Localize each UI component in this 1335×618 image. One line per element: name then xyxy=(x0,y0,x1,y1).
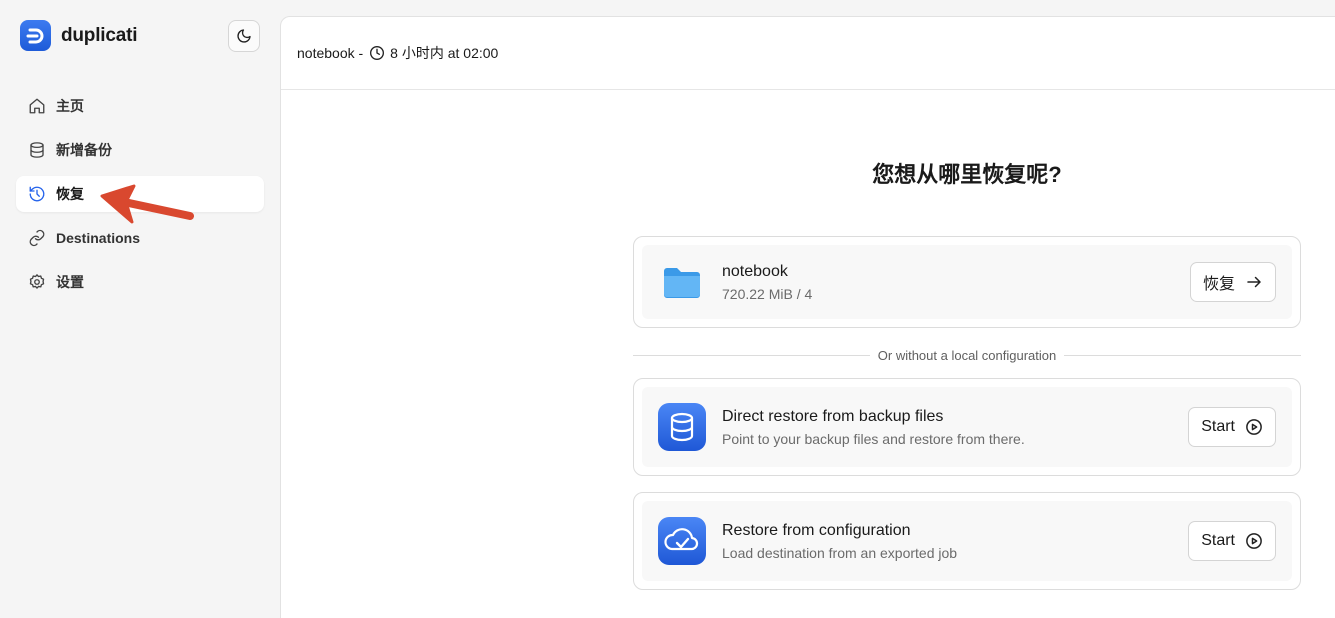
page-title: 您想从哪里恢复呢? xyxy=(872,162,1062,187)
card-title: Restore from configuration xyxy=(722,521,911,539)
brand[interactable]: duplicati xyxy=(20,20,138,51)
duplicati-logo-icon xyxy=(20,20,51,51)
sidebar-item-home[interactable]: 主页 xyxy=(16,88,264,124)
sidebar-item-label: 新增备份 xyxy=(56,142,112,158)
sidebar-item-restore[interactable]: 恢复 xyxy=(16,176,264,212)
restore-button[interactable]: 恢复 xyxy=(1189,262,1276,302)
schedule-text: 8 小时内 at 02:00 xyxy=(390,45,499,61)
cloud-check-app-icon xyxy=(658,517,706,565)
divider-text: Or without a local configuration xyxy=(877,347,1057,363)
button-label: Start xyxy=(1201,532,1235,549)
card-title: Direct restore from backup files xyxy=(722,407,944,425)
direct-restore-card[interactable]: Direct restore from backup files Point t… xyxy=(633,378,1301,476)
home-icon xyxy=(28,97,46,115)
arrow-right-icon xyxy=(1245,273,1263,291)
link-icon xyxy=(28,229,46,247)
gear-icon xyxy=(28,273,46,291)
card-subtitle: Load destination from an exported job xyxy=(722,544,958,561)
main-panel: notebook - 8 小时内 at 02:00 您想从哪里恢复呢? note… xyxy=(280,16,1335,618)
sidebar-item-label: 主页 xyxy=(56,98,84,114)
backup-name: notebook - xyxy=(297,45,364,61)
sidebar-item-destinations[interactable]: Destinations xyxy=(16,220,264,256)
clock-icon xyxy=(369,45,385,61)
topbar: notebook - 8 小时内 at 02:00 xyxy=(281,17,1335,90)
theme-toggle-button[interactable] xyxy=(228,20,260,52)
database-icon xyxy=(28,141,46,159)
sidebar-item-label: 设置 xyxy=(56,274,84,290)
start-direct-restore-button[interactable]: Start xyxy=(1188,407,1276,447)
restore-from-config-card[interactable]: Restore from configuration Load destinat… xyxy=(633,492,1301,590)
sidebar: duplicati 主页 新增备份 恢复 Destinations 设置 xyxy=(0,0,280,618)
sidebar-item-add-backup[interactable]: 新增备份 xyxy=(16,132,264,168)
sidebar-nav: 主页 新增备份 恢复 Destinations 设置 xyxy=(16,88,264,308)
play-circle-icon xyxy=(1245,418,1263,436)
sidebar-item-settings[interactable]: 设置 xyxy=(16,264,264,300)
card-title: notebook xyxy=(722,262,788,280)
play-circle-icon xyxy=(1245,532,1263,550)
sidebar-item-label: 恢复 xyxy=(56,186,84,202)
brand-name: duplicati xyxy=(61,24,138,46)
backup-card-notebook[interactable]: notebook 720.22 MiB / 4 恢复 xyxy=(633,236,1301,328)
sidebar-item-label: Destinations xyxy=(56,230,141,246)
database-app-icon xyxy=(658,403,706,451)
card-subtitle: Point to your backup files and restore f… xyxy=(722,430,1025,447)
divider: Or without a local configuration xyxy=(633,345,1302,365)
button-label: 恢复 xyxy=(1202,276,1235,293)
card-subtitle: 720.22 MiB / 4 xyxy=(722,285,813,302)
button-label: Start xyxy=(1201,418,1235,435)
moon-icon xyxy=(237,29,251,43)
start-config-restore-button[interactable]: Start xyxy=(1188,521,1276,561)
folder-icon xyxy=(658,258,706,306)
history-icon xyxy=(28,185,46,203)
